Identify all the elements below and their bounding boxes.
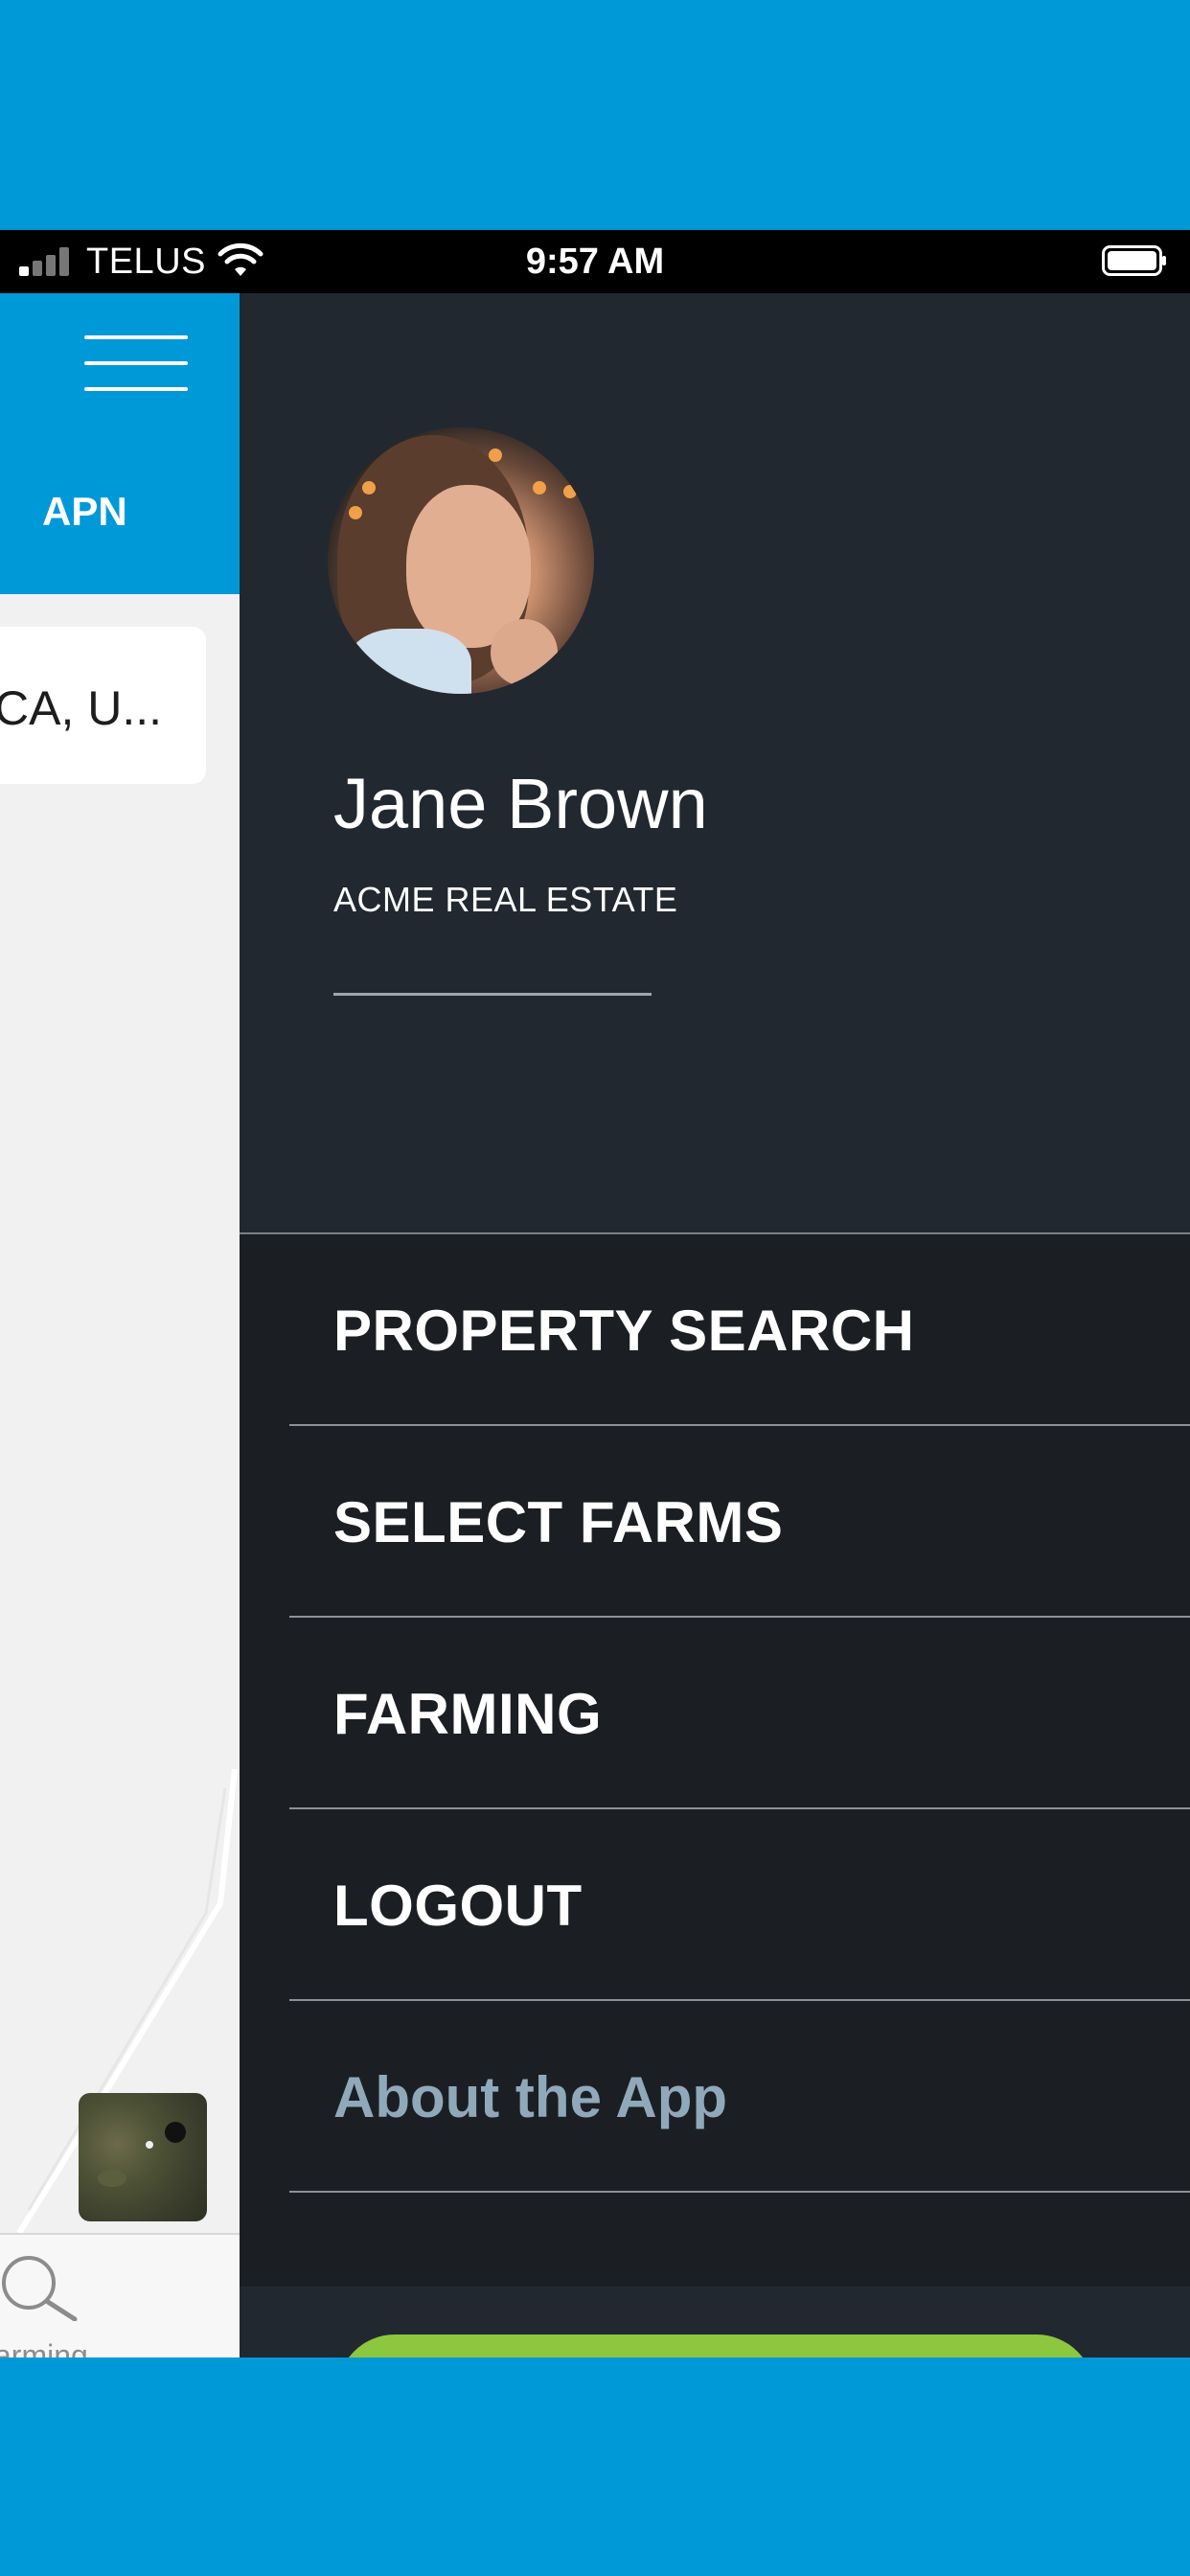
tab-farming-label[interactable]: arming xyxy=(0,2338,88,2358)
menu-item-label: About the App xyxy=(333,2065,728,2129)
app-header: APN xyxy=(0,293,240,594)
user-company: ACME REAL ESTATE xyxy=(333,880,678,919)
tab-apn[interactable]: APN xyxy=(42,489,127,535)
menu-item-label: FARMING xyxy=(333,1682,603,1746)
map-thumbnail[interactable] xyxy=(79,2093,207,2221)
address-text: CA, U... xyxy=(0,681,163,735)
profile-section: Jane Brown ACME REAL ESTATE xyxy=(240,293,1190,1234)
footer-action-button[interactable] xyxy=(337,2334,1094,2358)
menu-item-property-search[interactable]: PROPERTY SEARCH xyxy=(289,1234,1190,1426)
menu-item-about-the-app[interactable]: About the App xyxy=(289,2001,1190,2193)
menu-item-label: PROPERTY SEARCH xyxy=(333,1299,915,1363)
status-time: 9:57 AM xyxy=(525,242,665,282)
menu-item-label: SELECT FARMS xyxy=(333,1490,784,1554)
menu-item-label: LOGOUT xyxy=(333,1874,583,1938)
drawer-footer xyxy=(240,2287,1190,2358)
address-result-card[interactable]: CA, U... xyxy=(0,627,206,784)
status-bar: TELUS 9:57 AM xyxy=(0,230,1190,293)
bottom-tab-bar: arming xyxy=(0,2233,240,2358)
hamburger-menu-icon[interactable] xyxy=(84,335,188,391)
user-name: Jane Brown xyxy=(333,764,708,843)
navigation-drawer: Jane Brown ACME REAL ESTATE PROPERTY SEA… xyxy=(240,293,1190,2358)
avatar[interactable] xyxy=(328,427,594,694)
drawer-menu: PROPERTY SEARCH SELECT FARMS FARMING LOG… xyxy=(240,1234,1190,2193)
search-icon[interactable] xyxy=(0,2254,80,2321)
menu-item-logout[interactable]: LOGOUT xyxy=(289,1809,1190,2001)
phone-screen: TELUS 9:57 AM APN CA, U... arming Jane B… xyxy=(0,230,1190,2358)
profile-divider xyxy=(333,993,652,996)
menu-item-farming[interactable]: FARMING xyxy=(289,1618,1190,1809)
battery-icon xyxy=(1102,245,1166,276)
background-app-screen: APN CA, U... arming xyxy=(0,293,240,2358)
menu-item-select-farms[interactable]: SELECT FARMS xyxy=(289,1426,1190,1618)
